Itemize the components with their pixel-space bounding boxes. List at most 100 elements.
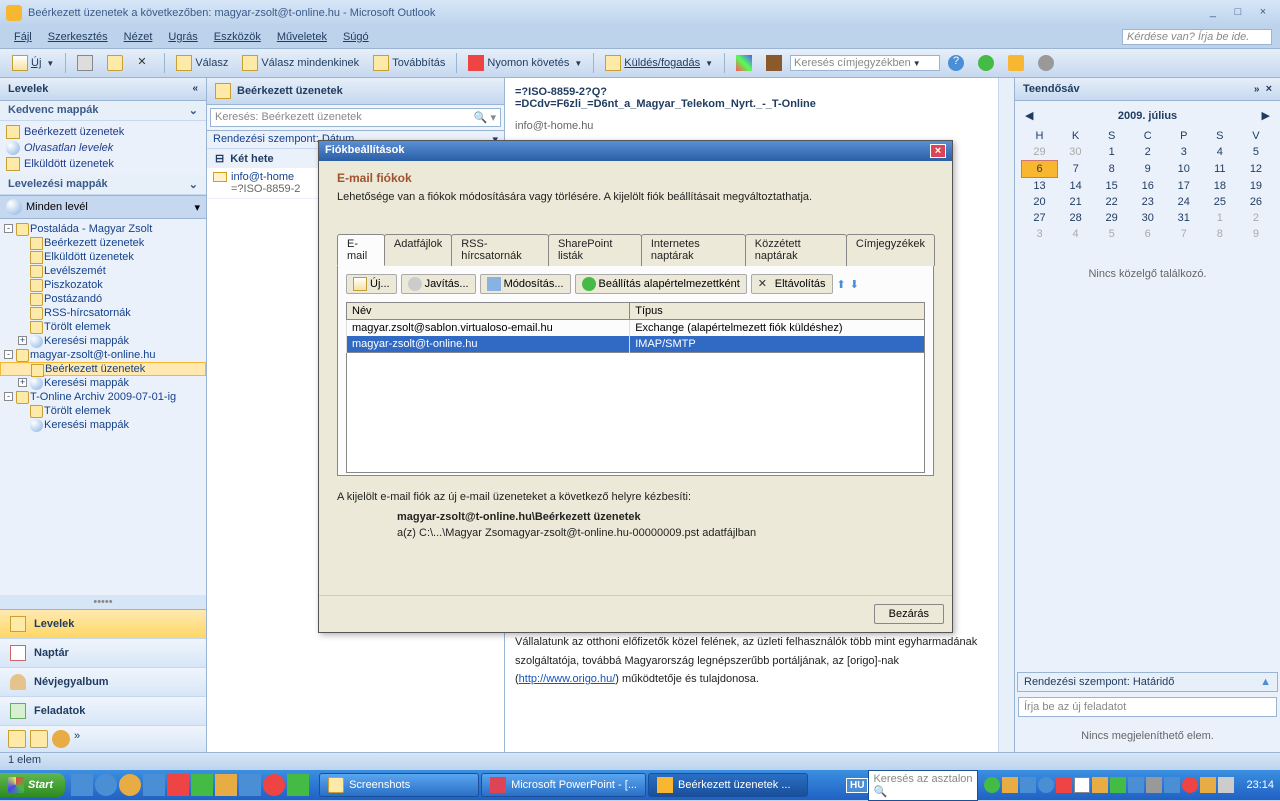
menu-actions[interactable]: Műveletek: [271, 29, 333, 45]
shortcuts-icon[interactable]: [52, 730, 70, 748]
tab-1[interactable]: Adatfájlok: [384, 234, 452, 266]
cal-day[interactable]: 29: [1022, 144, 1058, 161]
cal-day[interactable]: 24: [1166, 194, 1202, 210]
close-button[interactable]: Bezárás: [874, 604, 944, 624]
cal-day[interactable]: 4: [1058, 226, 1094, 242]
cal-day[interactable]: 3: [1022, 226, 1058, 242]
acct-remove-button[interactable]: ✕Eltávolítás: [751, 274, 833, 294]
tree-node[interactable]: -magyar-zsolt@t-online.hu: [0, 348, 206, 362]
tree-node[interactable]: Piszkozatok: [0, 278, 206, 292]
notes-icon[interactable]: [8, 730, 26, 748]
cal-day[interactable]: 18: [1202, 178, 1238, 195]
mailfolders-header[interactable]: Levelezési mappák⌄: [0, 175, 206, 195]
print-button[interactable]: [71, 52, 99, 74]
tab-4[interactable]: Internetes naptárak: [641, 234, 746, 266]
ql-ie-icon[interactable]: [95, 774, 117, 796]
cal-day[interactable]: 11: [1202, 161, 1238, 178]
tray-13-icon[interactable]: [1200, 777, 1216, 793]
expander-icon[interactable]: +: [18, 336, 27, 345]
tab-0[interactable]: E-mail: [337, 234, 385, 266]
dialog-close-button[interactable]: ×: [930, 144, 946, 158]
menu-file[interactable]: Fájl: [8, 29, 38, 45]
tree-node[interactable]: Beérkezett üzenetek: [0, 362, 206, 376]
account-row[interactable]: magyar.zsolt@sablon.virtualoso-email.huE…: [347, 320, 925, 337]
cal-day[interactable]: 9: [1130, 161, 1166, 178]
cal-day[interactable]: 20: [1022, 194, 1058, 210]
start-button[interactable]: Start: [0, 773, 65, 797]
cal-day[interactable]: 4: [1202, 144, 1238, 161]
help-button[interactable]: ?: [942, 52, 970, 74]
cal-day[interactable]: 14: [1058, 178, 1094, 195]
reply-button[interactable]: Válasz: [170, 52, 234, 74]
tray-7-icon[interactable]: [1092, 777, 1108, 793]
cal-day[interactable]: 7: [1166, 226, 1202, 242]
cal-day[interactable]: 28: [1058, 210, 1094, 226]
col-name[interactable]: Név: [347, 303, 630, 320]
clock[interactable]: 23:14: [1240, 779, 1280, 791]
help-search[interactable]: Kérdése van? Írja be ide.: [1122, 29, 1272, 45]
close-button[interactable]: ×: [1252, 6, 1274, 20]
cal-day[interactable]: 23: [1130, 194, 1166, 210]
acct-modify-button[interactable]: Módosítás...: [480, 274, 571, 294]
tray-9-icon[interactable]: [1128, 777, 1144, 793]
cal-day[interactable]: 30: [1058, 144, 1094, 161]
tray-4-icon[interactable]: [1038, 777, 1054, 793]
expander-icon[interactable]: -: [4, 392, 13, 401]
cal-day[interactable]: 5: [1238, 144, 1274, 161]
tree-node[interactable]: Keresési mappák: [0, 418, 206, 432]
menu-edit[interactable]: Szerkesztés: [42, 29, 114, 45]
col-type[interactable]: Típus: [630, 303, 925, 320]
move-down-button[interactable]: ⬇: [850, 278, 859, 291]
menu-view[interactable]: Nézet: [118, 29, 159, 45]
tree-node[interactable]: Postázandó: [0, 292, 206, 306]
cal-day[interactable]: 1: [1094, 144, 1130, 161]
tree-node[interactable]: Törölt elemek: [0, 404, 206, 418]
expander-icon[interactable]: +: [18, 378, 27, 387]
tree-node[interactable]: Beérkezett üzenetek: [0, 236, 206, 250]
minimize-button[interactable]: _: [1202, 6, 1224, 20]
tree-node[interactable]: +Keresési mappák: [0, 376, 206, 390]
new-task-input[interactable]: Írja be az új feladatot: [1018, 697, 1277, 717]
fav-inbox[interactable]: Beérkezett üzenetek: [0, 124, 206, 140]
cal-day[interactable]: 17: [1166, 178, 1202, 195]
todo-close-icon[interactable]: ×: [1266, 83, 1272, 95]
cal-day[interactable]: 16: [1130, 178, 1166, 195]
ql-1-icon[interactable]: [143, 774, 165, 796]
fav-sent[interactable]: Elküldött üzenetek: [0, 156, 206, 172]
cal-day[interactable]: 27: [1022, 210, 1058, 226]
cal-day[interactable]: 29: [1094, 210, 1130, 226]
followup-button[interactable]: Nyomon követés▼: [462, 52, 588, 74]
cal-day[interactable]: 8: [1094, 161, 1130, 178]
cal-day[interactable]: 21: [1058, 194, 1094, 210]
sendreceive-button[interactable]: Küldés/fogadás▼: [599, 52, 719, 74]
tree-node[interactable]: Törölt elemek: [0, 320, 206, 334]
ql-3-icon[interactable]: [191, 774, 213, 796]
origo-link[interactable]: http://www.origo.hu/: [519, 673, 616, 685]
acct-repair-button[interactable]: Javítás...: [401, 274, 476, 294]
collapse-icon[interactable]: «: [192, 83, 198, 95]
task-screenshots[interactable]: Screenshots: [319, 773, 479, 797]
move-up-button[interactable]: ⬆: [837, 278, 846, 291]
forward-button[interactable]: Továbbítás: [367, 52, 451, 74]
cal-day[interactable]: 10: [1166, 161, 1202, 178]
configure-icon[interactable]: »: [74, 730, 92, 748]
ql-6-icon[interactable]: [263, 774, 285, 796]
tray-12-icon[interactable]: [1182, 777, 1198, 793]
cal-day[interactable]: 3: [1166, 144, 1202, 161]
task-outlook[interactable]: Beérkezett üzenetek ...: [648, 773, 808, 797]
tab-3[interactable]: SharePoint listák: [548, 234, 642, 266]
all-mail[interactable]: Minden levél▾: [0, 195, 206, 219]
cal-day[interactable]: 1: [1202, 210, 1238, 226]
desktop-search[interactable]: Keresés az asztalon 🔍: [868, 770, 978, 801]
categorize-button[interactable]: [730, 52, 758, 74]
tray-10-icon[interactable]: [1146, 777, 1162, 793]
maximize-button[interactable]: □: [1227, 6, 1249, 20]
account-row[interactable]: magyar-zsolt@t-online.huIMAP/SMTP: [347, 336, 925, 353]
favorites-header[interactable]: Kedvenc mappák⌄: [0, 101, 206, 121]
todo-collapse-icon[interactable]: »: [1254, 84, 1260, 95]
acct-new-button[interactable]: Új...: [346, 274, 397, 294]
cal-day[interactable]: 8: [1202, 226, 1238, 242]
cal-day[interactable]: 9: [1238, 226, 1274, 242]
dialog-titlebar[interactable]: Fiókbeállítások×: [319, 141, 952, 161]
cal-day[interactable]: 12: [1238, 161, 1274, 178]
